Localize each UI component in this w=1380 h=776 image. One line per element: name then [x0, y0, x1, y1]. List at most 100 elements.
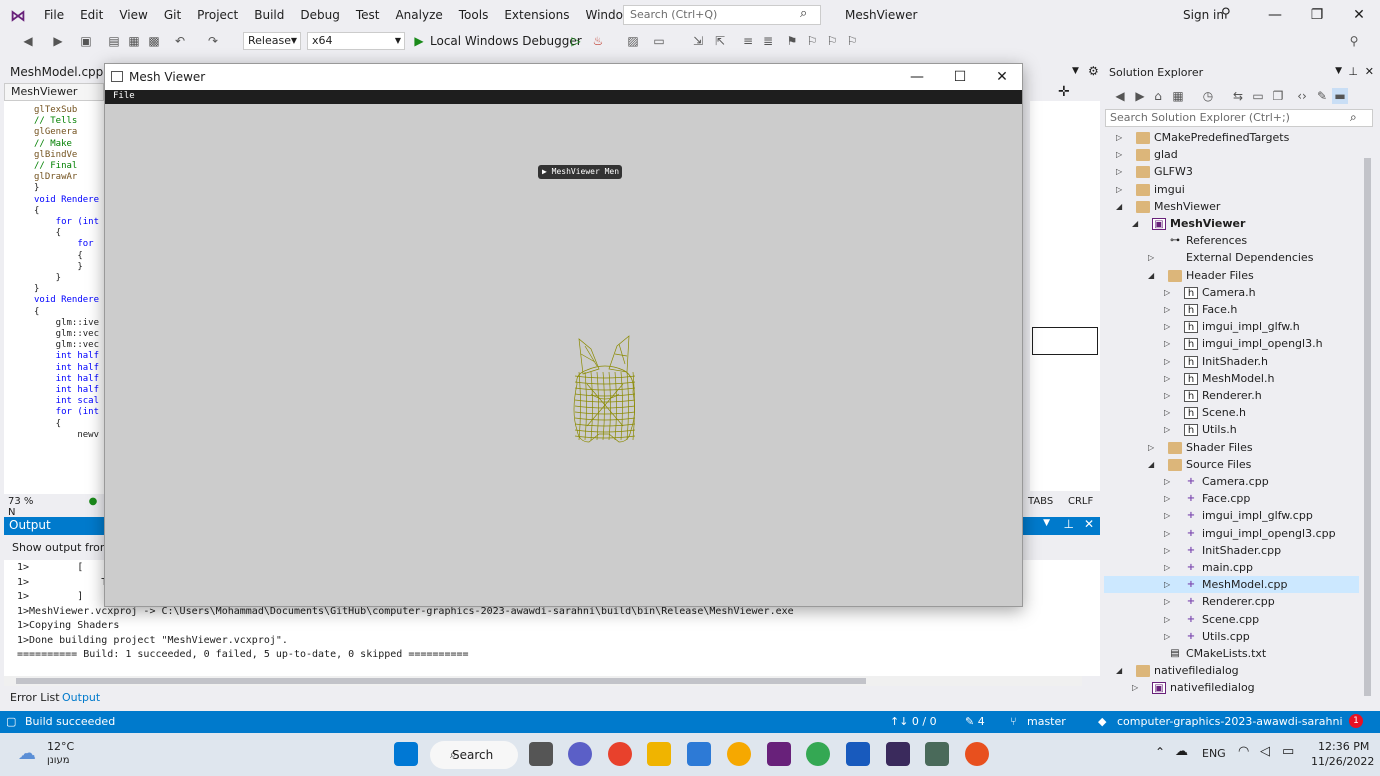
- tree-node[interactable]: ▷ h InitShader.h: [1104, 353, 1359, 370]
- collapsed-arrow-icon[interactable]: ▷: [1164, 404, 1170, 421]
- history-icon[interactable]: ◷: [1200, 88, 1216, 104]
- tree-node[interactable]: ▤ CMakeLists.txt: [1104, 645, 1359, 662]
- clock-time[interactable]: 12:36 PM: [1318, 740, 1369, 753]
- save-icon[interactable]: ▦: [126, 33, 142, 49]
- toolbar-icon-a[interactable]: ▨: [625, 33, 641, 49]
- collapsed-arrow-icon[interactable]: ▷: [1164, 301, 1170, 318]
- search-icon[interactable]: ⌕: [1350, 110, 1357, 125]
- tree-node[interactable]: ▷ + InitShader.cpp: [1104, 542, 1359, 559]
- line-changes[interactable]: ↑↓ 0 / 0: [890, 715, 937, 728]
- properties-icon[interactable]: ✎: [1314, 88, 1330, 104]
- tree-node[interactable]: ▷ CMakePredefinedTargets: [1104, 129, 1359, 146]
- tree-node[interactable]: ▷ h imgui_impl_glfw.h: [1104, 318, 1359, 335]
- collapsed-arrow-icon[interactable]: ▷: [1164, 421, 1170, 438]
- mesh-viewer-taskbar-icon[interactable]: [925, 742, 949, 766]
- chrome-icon[interactable]: [608, 742, 632, 766]
- sign-in-link[interactable]: Sign in: [1183, 8, 1224, 22]
- panel-dropdown-icon[interactable]: ▼: [1043, 518, 1050, 528]
- code-minimap[interactable]: [1030, 101, 1100, 491]
- collapsed-arrow-icon[interactable]: ▷: [1164, 542, 1170, 559]
- tree-node[interactable]: ◢ Header Files: [1104, 267, 1359, 284]
- visual-studio-icon[interactable]: [767, 742, 791, 766]
- collapsed-arrow-icon[interactable]: ▷: [1164, 473, 1170, 490]
- tree-node[interactable]: ◢ MeshViewer: [1104, 198, 1359, 215]
- tree-node[interactable]: ▷ + Face.cpp: [1104, 490, 1359, 507]
- scope-navigator[interactable]: MeshViewer: [4, 83, 104, 101]
- tree-node[interactable]: ▷ + Scene.cpp: [1104, 611, 1359, 628]
- collapsed-arrow-icon[interactable]: ▷: [1164, 559, 1170, 576]
- collapsed-arrow-icon[interactable]: ▷: [1116, 129, 1122, 146]
- minimize-button[interactable]: —: [897, 67, 937, 87]
- gear-icon[interactable]: ⚙: [1088, 64, 1099, 78]
- word-icon[interactable]: [846, 742, 870, 766]
- collapsed-arrow-icon[interactable]: ▷: [1164, 387, 1170, 404]
- toolbar-icon-b[interactable]: ▭: [651, 33, 667, 49]
- feedback-icon[interactable]: ⚲: [1346, 33, 1362, 49]
- tree-node[interactable]: ▷ h Camera.h: [1104, 284, 1359, 301]
- wifi-icon[interactable]: ◠: [1238, 744, 1249, 759]
- platform-select[interactable]: x64 ▼: [307, 32, 405, 50]
- tree-node[interactable]: ▷ External Dependencies: [1104, 249, 1359, 266]
- forward-icon[interactable]: ▶: [1132, 88, 1148, 104]
- expanded-arrow-icon[interactable]: ◢: [1116, 662, 1122, 679]
- search-icon[interactable]: ⌕: [800, 6, 807, 21]
- panel-dropdown-icon[interactable]: ▼: [1335, 66, 1342, 76]
- collapsed-arrow-icon[interactable]: ▷: [1164, 370, 1170, 387]
- tree-node[interactable]: ▷ Shader Files: [1104, 439, 1359, 456]
- mesh-viewer-window[interactable]: Mesh Viewer — ☐ ✕ File ▶ MeshViewer Men: [104, 63, 1023, 607]
- menu-git[interactable]: Git: [156, 0, 189, 30]
- scrollbar-thumb[interactable]: [16, 678, 866, 684]
- configuration-select[interactable]: Release ▼: [243, 32, 301, 50]
- tree-node[interactable]: ▷ GLFW3: [1104, 163, 1359, 180]
- expanded-arrow-icon[interactable]: ◢: [1148, 456, 1154, 473]
- new-project-icon[interactable]: ▣: [78, 33, 94, 49]
- solution-search-input[interactable]: Search Solution Explorer (Ctrl+;): [1105, 109, 1373, 127]
- toolbar-icon-d[interactable]: ⇱: [712, 33, 728, 49]
- tree-node[interactable]: ▷ + imgui_impl_glfw.cpp: [1104, 507, 1359, 524]
- collapsed-arrow-icon[interactable]: ▷: [1164, 525, 1170, 542]
- tree-node[interactable]: ◢ Source Files: [1104, 456, 1359, 473]
- collapsed-arrow-icon[interactable]: ▷: [1164, 335, 1170, 352]
- task-view-icon[interactable]: [529, 742, 553, 766]
- language-indicator[interactable]: ENG: [1202, 747, 1226, 760]
- tree-node[interactable]: ⊶ References: [1104, 232, 1359, 249]
- close-icon[interactable]: ✕: [1365, 65, 1374, 78]
- close-button[interactable]: ✕: [982, 67, 1022, 87]
- collapsed-arrow-icon[interactable]: ▷: [1164, 507, 1170, 524]
- collapsed-arrow-icon[interactable]: ▷: [1132, 679, 1138, 696]
- close-button[interactable]: ✕: [1342, 4, 1376, 26]
- imgui-collapsed-window[interactable]: ▶ MeshViewer Men: [538, 165, 622, 179]
- collapsed-arrow-icon[interactable]: ▷: [1164, 628, 1170, 645]
- collapsed-arrow-icon[interactable]: ▷: [1164, 284, 1170, 301]
- debugger-button[interactable]: Local Windows Debugger: [430, 34, 582, 48]
- pin-icon[interactable]: ⊥: [1064, 517, 1074, 531]
- maximize-button[interactable]: ☐: [940, 67, 980, 87]
- weather-icon[interactable]: ☁: [18, 743, 36, 764]
- collapsed-arrow-icon[interactable]: ▷: [1164, 593, 1170, 610]
- tree-node[interactable]: ▷ h Utils.h: [1104, 421, 1359, 438]
- file-explorer-icon[interactable]: [647, 742, 671, 766]
- tree-node[interactable]: ▷ h MeshModel.h: [1104, 370, 1359, 387]
- account-icon[interactable]: ⚲: [1221, 6, 1231, 21]
- split-editor-icon[interactable]: ✛: [1058, 84, 1070, 100]
- minimap-viewport[interactable]: [1032, 327, 1098, 355]
- tab-output[interactable]: Output: [62, 691, 100, 704]
- menu-test[interactable]: Test: [348, 0, 388, 30]
- scrollbar-thumb[interactable]: [1364, 158, 1371, 696]
- undo-icon[interactable]: ↶: [172, 33, 188, 49]
- minimize-button[interactable]: —: [1258, 4, 1292, 26]
- save-all-icon[interactable]: ▩: [146, 33, 162, 49]
- tree-node[interactable]: ▷ imgui: [1104, 181, 1359, 198]
- menu-analyze[interactable]: Analyze: [387, 0, 450, 30]
- redo-icon[interactable]: ↷: [205, 33, 221, 49]
- tree-node[interactable]: ▷ h Scene.h: [1104, 404, 1359, 421]
- menu-build[interactable]: Build: [246, 0, 292, 30]
- show-hidden-icons[interactable]: ⌃: [1155, 745, 1165, 759]
- tree-node[interactable]: ▷ ▣ nativefiledialog: [1104, 679, 1359, 696]
- collapsed-arrow-icon[interactable]: ▷: [1116, 181, 1122, 198]
- onedrive-icon[interactable]: ☁: [1175, 744, 1188, 759]
- play-icon[interactable]: ▶: [411, 33, 427, 49]
- sync-icon[interactable]: ⇆: [1230, 88, 1246, 104]
- expanded-arrow-icon[interactable]: ◢: [1132, 215, 1138, 232]
- tree-node[interactable]: ▷ h Face.h: [1104, 301, 1359, 318]
